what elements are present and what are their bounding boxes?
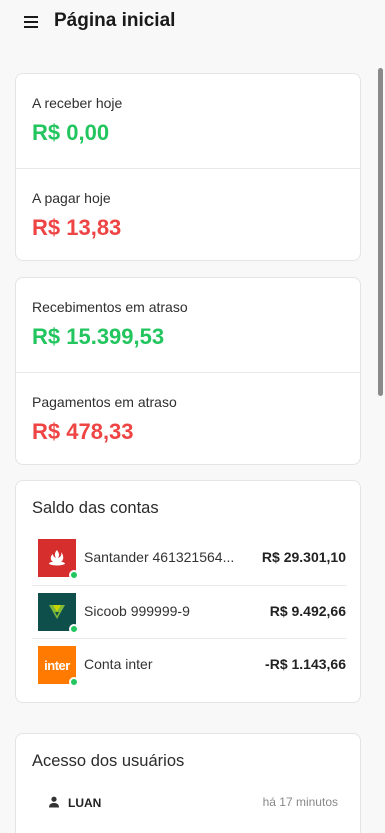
receivable-today-label: A receber hoje: [32, 95, 123, 111]
payable-today-value: R$ 13,83: [32, 215, 122, 240]
receivable-today-value: R$ 0,00: [32, 120, 110, 145]
user-access-row: LUAN há 17 minutos: [32, 792, 346, 818]
last-access-time: há 17 minutos: [262, 795, 338, 809]
overdue-summary-card: Recebimentos em atraso R$ 15.399,53 Paga…: [15, 277, 361, 465]
top-app-bar: Página inicial: [0, 0, 385, 44]
account-name: Santander 461321564...: [84, 549, 235, 565]
account-balance: R$ 9.492,66: [269, 603, 346, 619]
today-summary-card: A receber hoje R$ 0,00 A pagar hoje R$ 1…: [15, 73, 361, 261]
sicoob-logo: [38, 593, 79, 634]
account-balance: -R$ 1.143,66: [265, 656, 346, 672]
overdue-receivables-value: R$ 15.399,53: [32, 324, 165, 349]
scrollbar-thumb[interactable]: [378, 68, 383, 396]
scrollbar[interactable]: [375, 60, 385, 833]
online-status-dot: [69, 624, 79, 634]
overdue-payments-value: R$ 478,33: [32, 419, 134, 444]
account-balances-card: Saldo das contas Santander 461321564... …: [15, 480, 361, 703]
flame-icon: [49, 550, 65, 566]
online-status-dot: [69, 677, 79, 687]
inter-logo-text: inter: [44, 657, 70, 673]
user-icon: [49, 796, 59, 808]
account-balances-title: Saldo das contas: [32, 499, 159, 517]
account-row-inter[interactable]: inter Conta inter -R$ 1.143,66: [32, 638, 346, 690]
sicoob-emblem-icon: [49, 605, 65, 619]
payable-today[interactable]: A pagar hoje R$ 13,83: [16, 168, 360, 261]
overdue-receivables[interactable]: Recebimentos em atraso R$ 15.399,53: [16, 278, 360, 371]
main-content: A receber hoje R$ 0,00 A pagar hoje R$ 1…: [0, 44, 385, 833]
online-status-dot: [69, 570, 79, 580]
account-balance: R$ 29.301,10: [261, 549, 346, 565]
account-name: Conta inter: [84, 656, 153, 672]
receivable-today[interactable]: A receber hoje R$ 0,00: [16, 74, 360, 167]
account-name: Sicoob 999999-9: [84, 603, 190, 619]
payable-today-label: A pagar hoje: [32, 190, 111, 206]
account-row-sicoob[interactable]: Sicoob 999999-9 R$ 9.492,66: [32, 585, 346, 637]
santander-logo: [38, 539, 79, 580]
overdue-payments-label: Pagamentos em atraso: [32, 394, 177, 410]
overdue-receivables-label: Recebimentos em atraso: [32, 299, 188, 315]
user-access-title: Acesso dos usuários: [32, 752, 185, 770]
user-access-card: Acesso dos usuários LUAN há 17 minutos: [15, 733, 361, 833]
overdue-payments[interactable]: Pagamentos em atraso R$ 478,33: [16, 372, 360, 465]
user-name: LUAN: [68, 796, 102, 810]
menu-icon[interactable]: [24, 16, 38, 28]
inter-logo: inter: [38, 646, 79, 687]
account-row-santander[interactable]: Santander 461321564... R$ 29.301,10: [32, 532, 346, 584]
page-title: Página inicial: [54, 10, 176, 31]
